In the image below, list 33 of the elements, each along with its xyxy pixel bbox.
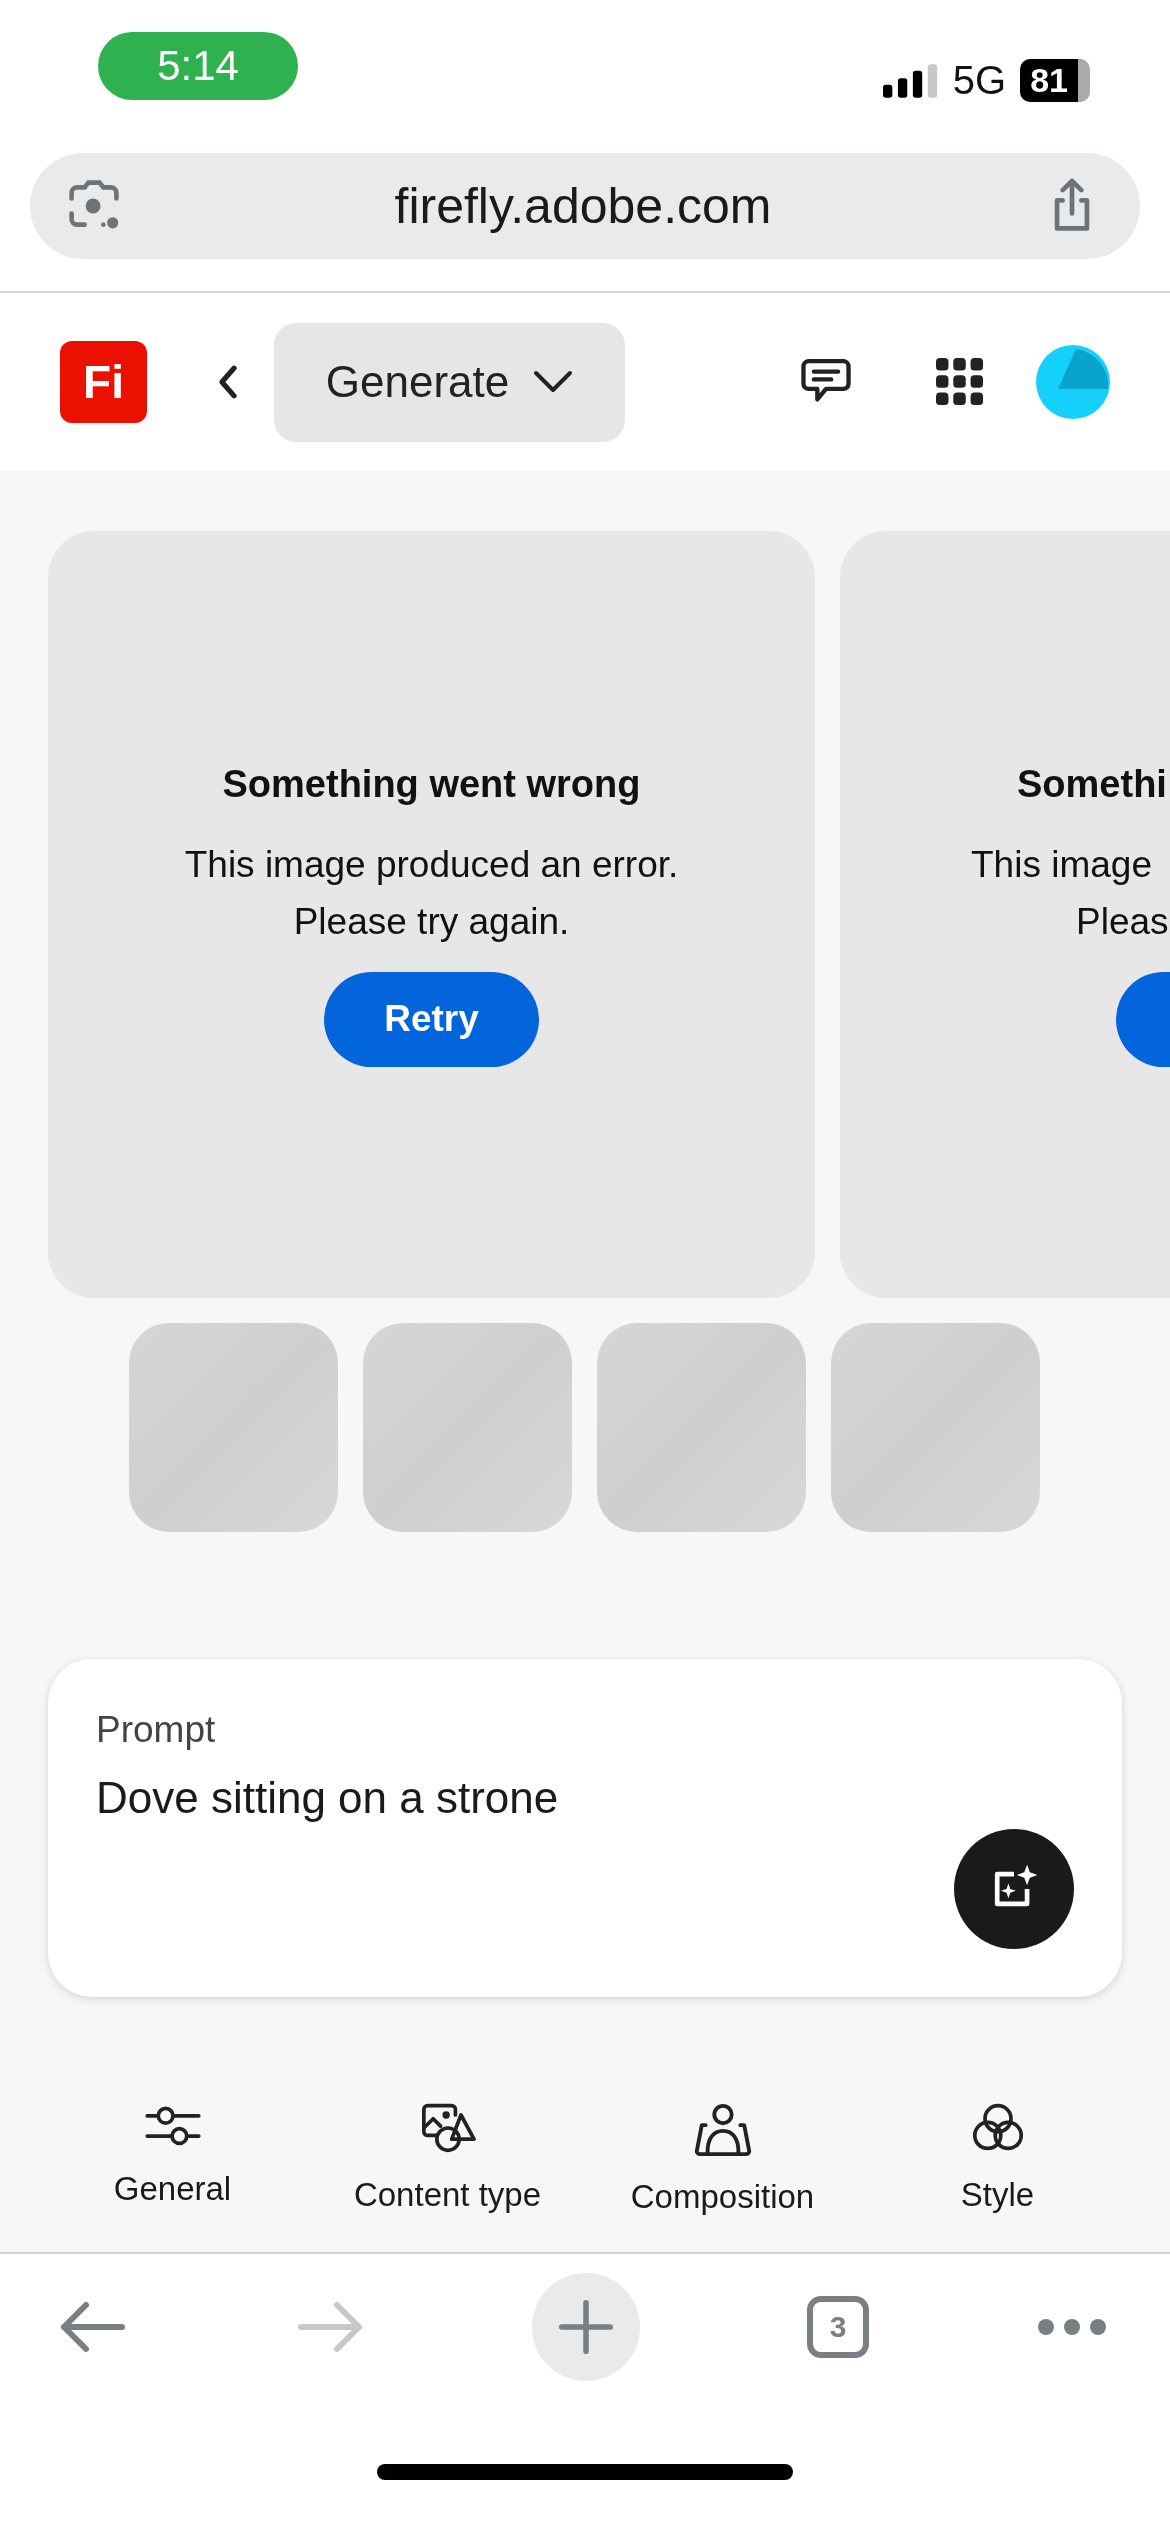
avatar[interactable] <box>1036 345 1110 419</box>
person-frame-icon <box>693 2102 752 2156</box>
status-time: 5:14 <box>98 32 298 100</box>
settings-tab[interactable]: Composition <box>585 2102 860 2216</box>
prompt-input[interactable]: Dove sitting on a strone <box>96 1773 1074 1823</box>
error-title: Somethi <box>1017 762 1167 806</box>
url-text: firefly.adobe.com <box>394 177 772 235</box>
app-logo[interactable]: Fi <box>60 341 147 423</box>
address-bar[interactable]: firefly.adobe.com <box>30 153 1140 259</box>
chevron-down-icon <box>533 370 574 394</box>
battery-indicator: 81 <box>1020 59 1090 102</box>
more-icon[interactable] <box>1036 2317 1108 2337</box>
tab-count-button[interactable]: 3 <box>807 2296 869 2358</box>
thumbnail-placeholder[interactable] <box>129 1323 338 1532</box>
thumbnail-placeholder[interactable] <box>363 1323 572 1532</box>
generate-dropdown[interactable]: Generate <box>274 322 625 442</box>
thumbnail-placeholder[interactable] <box>597 1323 806 1532</box>
settings-tab[interactable]: General <box>35 2102 310 2216</box>
error-title: Something went wrong <box>222 762 641 806</box>
signal-icon <box>882 63 939 98</box>
plus-icon <box>558 2299 614 2355</box>
network-type: 5G <box>952 58 1007 103</box>
thumbnail-placeholder[interactable] <box>831 1323 1040 1532</box>
image-shapes-icon <box>419 2102 476 2154</box>
retry-button[interactable]: Retry <box>324 971 539 1067</box>
error-message: Please try again. <box>293 899 570 944</box>
settings-tab[interactable]: Style <box>860 2102 1135 2216</box>
error-message: This image <box>971 842 1152 887</box>
settings-tab[interactable]: Content type <box>310 2102 585 2216</box>
apps-grid-icon[interactable] <box>936 358 984 406</box>
prompt-label: Prompt <box>96 1709 217 1751</box>
error-message: This image produced an error. <box>184 842 679 887</box>
error-message: Pleas <box>1076 899 1169 944</box>
